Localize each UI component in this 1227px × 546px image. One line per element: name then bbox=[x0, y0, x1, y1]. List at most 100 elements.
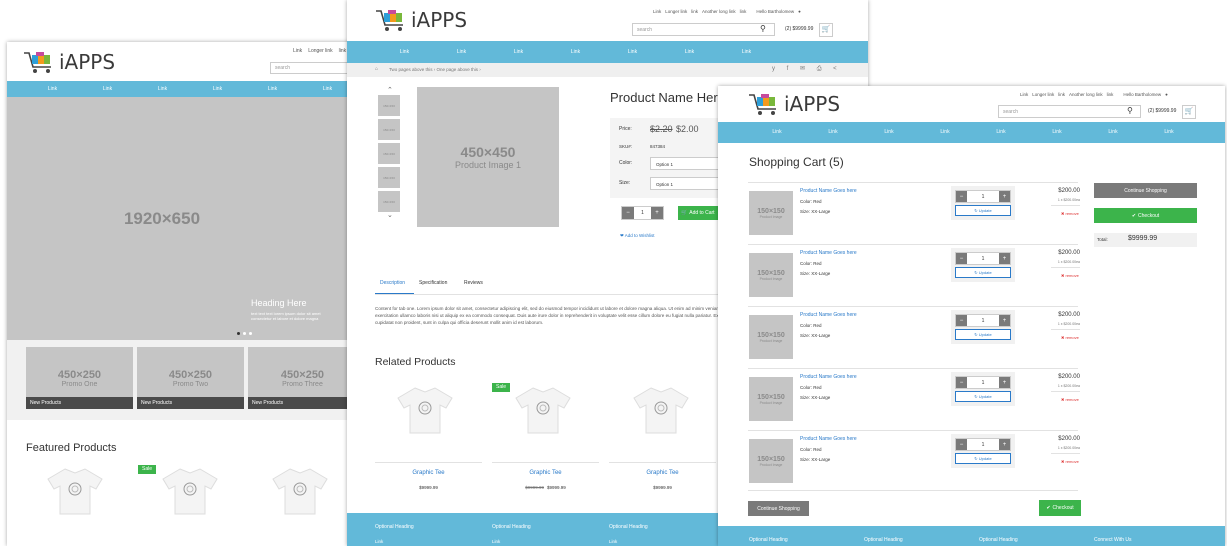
remove-link[interactable]: ✖ remove bbox=[1061, 397, 1079, 402]
minus-button[interactable]: − bbox=[956, 253, 967, 264]
greeting[interactable]: Hello Bartholomew bbox=[756, 9, 794, 14]
nav-link[interactable]: Link bbox=[1141, 122, 1197, 143]
tab-description[interactable]: Description bbox=[380, 280, 405, 286]
cart-icon[interactable]: 🛒 bbox=[1182, 105, 1196, 119]
user-icon[interactable]: ● bbox=[798, 9, 801, 14]
nav-link[interactable]: Link bbox=[604, 41, 661, 63]
top-link[interactable]: Link bbox=[653, 9, 661, 14]
quantity-stepper[interactable]: − 1 + bbox=[955, 314, 1011, 327]
update-button[interactable]: ↻ Update bbox=[955, 267, 1011, 278]
product-main-image[interactable]: 450×450 Product Image 1 bbox=[417, 87, 559, 227]
search-input[interactable]: search bbox=[270, 62, 357, 74]
greeting[interactable]: Hello Bartholomew bbox=[1123, 92, 1161, 97]
carousel-dots[interactable] bbox=[237, 332, 252, 335]
remove-link[interactable]: ✖ remove bbox=[1061, 273, 1079, 278]
update-button[interactable]: ↻ Update bbox=[955, 453, 1011, 464]
qty-value[interactable]: 1 bbox=[967, 253, 999, 264]
top-link[interactable]: Link bbox=[1020, 92, 1028, 97]
top-link[interactable]: link bbox=[740, 9, 747, 14]
footer-link[interactable]: Link bbox=[609, 539, 617, 544]
cart-item-name[interactable]: Product Name Goes here bbox=[800, 436, 857, 442]
minus-button[interactable]: − bbox=[956, 377, 967, 388]
logo[interactable]: iAPPS bbox=[375, 8, 467, 32]
nav-link[interactable]: Link bbox=[547, 41, 604, 63]
nav-link[interactable]: Link bbox=[1085, 122, 1141, 143]
breadcrumb[interactable]: Two pages above this › One page above th… bbox=[389, 67, 481, 72]
nav-link[interactable]: Link bbox=[190, 81, 245, 97]
thumbnail[interactable]: 150×150 bbox=[378, 167, 400, 188]
related-name[interactable]: Graphic Tee bbox=[492, 470, 599, 476]
cart-icon[interactable]: 🛒 bbox=[819, 23, 833, 37]
nav-link[interactable]: Link bbox=[861, 122, 917, 143]
minus-button[interactable]: − bbox=[622, 207, 634, 219]
qty-value[interactable]: 1 bbox=[634, 207, 651, 219]
nav-link[interactable]: Link bbox=[749, 122, 805, 143]
tshirt-image[interactable] bbox=[162, 467, 218, 515]
plus-button[interactable]: + bbox=[651, 207, 663, 219]
continue-shopping-button[interactable]: Continue Shopping bbox=[1094, 183, 1197, 198]
update-button[interactable]: ↻ Update bbox=[955, 329, 1011, 340]
share-icons[interactable]: y f ✉ ⎙ < bbox=[772, 65, 842, 73]
top-link[interactable]: Another long link bbox=[702, 9, 736, 14]
footer-link[interactable]: Link bbox=[492, 539, 500, 544]
thumbnail[interactable]: 150×150 bbox=[378, 191, 400, 212]
quantity-stepper[interactable]: − 1 + bbox=[955, 252, 1011, 265]
thumbnail[interactable]: 150×150 bbox=[378, 143, 400, 164]
cart-item-name[interactable]: Product Name Goes here bbox=[800, 374, 857, 380]
top-link[interactable]: Link bbox=[293, 48, 302, 54]
cart-item-name[interactable]: Product Name Goes here bbox=[800, 312, 857, 318]
thumb-up-chevron[interactable]: ⌃ bbox=[387, 86, 393, 94]
cart-item-thumbnail[interactable]: 150×150 Product Image bbox=[749, 191, 793, 235]
cart-item-thumbnail[interactable]: 150×150 Product Image bbox=[749, 253, 793, 297]
cart-total[interactable]: (2) $9999.99 bbox=[785, 26, 813, 32]
quantity-stepper[interactable]: − 1 + bbox=[621, 206, 664, 220]
related-name[interactable]: Graphic Tee bbox=[375, 470, 482, 476]
cart-item-thumbnail[interactable]: 150×150 Product Image bbox=[749, 377, 793, 421]
remove-link[interactable]: ✖ remove bbox=[1061, 335, 1079, 340]
cart-item-name[interactable]: Product Name Goes here bbox=[800, 250, 857, 256]
thumb-down-chevron[interactable]: ⌄ bbox=[387, 211, 393, 219]
logo[interactable]: iAPPS bbox=[23, 50, 115, 74]
nav-link[interactable]: Link bbox=[245, 81, 300, 97]
top-link[interactable]: Longer link bbox=[665, 9, 687, 14]
minus-button[interactable]: − bbox=[956, 315, 967, 326]
update-button[interactable]: ↻ Update bbox=[955, 391, 1011, 402]
tshirt-image[interactable] bbox=[515, 384, 571, 436]
tab-reviews[interactable]: Reviews bbox=[464, 280, 483, 286]
top-link[interactable]: Longer link bbox=[308, 48, 332, 54]
qty-value[interactable]: 1 bbox=[967, 377, 999, 388]
search-input[interactable]: search bbox=[998, 105, 1141, 118]
minus-button[interactable]: − bbox=[956, 191, 967, 202]
nav-link[interactable]: Link bbox=[135, 81, 190, 97]
thumbnail[interactable]: 150×150 bbox=[378, 95, 400, 116]
wishlist-link[interactable]: ❤ Add to Wishlist bbox=[620, 233, 655, 239]
add-to-cart-button[interactable]: 🛒 Add to Cart bbox=[678, 206, 718, 220]
minus-button[interactable]: − bbox=[956, 439, 967, 450]
nav-link[interactable]: Link bbox=[1029, 122, 1085, 143]
quantity-stepper[interactable]: − 1 + bbox=[955, 190, 1011, 203]
remove-link[interactable]: ✖ remove bbox=[1061, 211, 1079, 216]
related-name[interactable]: Graphic Tee bbox=[609, 470, 716, 476]
qty-value[interactable]: 1 bbox=[967, 315, 999, 326]
update-button[interactable]: ↻ Update bbox=[955, 205, 1011, 216]
continue-shopping-button[interactable]: Continue Shopping bbox=[748, 501, 809, 516]
thumbnail[interactable]: 150×150 bbox=[378, 119, 400, 140]
nav-link[interactable]: Link bbox=[805, 122, 861, 143]
tshirt-image[interactable] bbox=[397, 384, 453, 436]
search-icon[interactable]: ⚲ bbox=[1127, 106, 1133, 115]
nav-link[interactable]: Link bbox=[25, 81, 80, 97]
home-icon[interactable]: ⌂ bbox=[375, 66, 378, 72]
user-icon[interactable]: ● bbox=[1165, 92, 1168, 97]
checkout-button[interactable]: ✔ Checkout bbox=[1094, 208, 1197, 223]
nav-link[interactable]: Link bbox=[80, 81, 135, 97]
top-link[interactable]: link bbox=[1058, 92, 1065, 97]
nav-link[interactable]: Link bbox=[973, 122, 1029, 143]
top-link[interactable]: link bbox=[339, 48, 347, 54]
tshirt-image[interactable] bbox=[47, 467, 103, 515]
top-link[interactable]: link bbox=[691, 9, 698, 14]
top-link[interactable]: Another long link bbox=[1069, 92, 1103, 97]
plus-button[interactable]: + bbox=[999, 253, 1010, 264]
tshirt-image[interactable] bbox=[272, 467, 328, 515]
remove-link[interactable]: ✖ remove bbox=[1061, 459, 1079, 464]
nav-link[interactable]: Link bbox=[376, 41, 433, 63]
